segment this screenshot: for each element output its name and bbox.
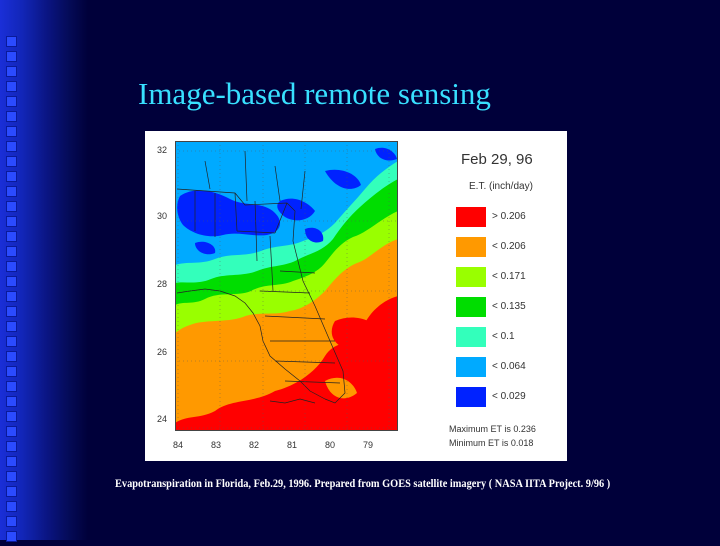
x-tick-label: 80 (325, 440, 336, 450)
decorative-square (6, 441, 17, 452)
legend-label: < 0.135 (492, 301, 526, 312)
decorative-square (6, 321, 17, 332)
map-date-label: Feb 29, 96 (461, 151, 533, 168)
y-tick-label: 32 (157, 145, 168, 155)
x-tick-label: 81 (287, 440, 298, 450)
decorative-square (6, 426, 17, 437)
x-tick-label: 82 (249, 440, 260, 450)
legend-label: < 0.064 (492, 361, 526, 372)
decorative-square (6, 336, 17, 347)
legend-label: < 0.206 (492, 241, 526, 252)
decorative-square (6, 411, 17, 422)
min-et-note: Minimum ET is 0.018 (449, 438, 534, 448)
legend-swatch (456, 327, 486, 347)
decorative-squares (6, 36, 22, 546)
y-tick-label: 24 (157, 414, 168, 424)
decorative-square (6, 291, 17, 302)
decorative-square (6, 186, 17, 197)
decorative-square (6, 396, 17, 407)
legend-item: < 0.064 (456, 357, 556, 377)
decorative-square (6, 456, 17, 467)
y-tick-label: 30 (157, 211, 168, 221)
decorative-square (6, 81, 17, 92)
decorative-square (6, 501, 17, 512)
x-tick-label: 79 (363, 440, 374, 450)
decorative-square (6, 246, 17, 257)
legend-swatch (456, 357, 486, 377)
decorative-square (6, 471, 17, 482)
decorative-square (6, 366, 17, 377)
decorative-square (6, 156, 17, 167)
decorative-square (6, 231, 17, 242)
legend-swatch (456, 387, 486, 407)
y-tick-label: 26 (157, 347, 168, 357)
legend-label: > 0.206 (492, 211, 526, 222)
max-et-note: Maximum ET is 0.236 (449, 424, 536, 434)
decorative-square (6, 216, 17, 227)
decorative-square (6, 351, 17, 362)
decorative-square (6, 111, 17, 122)
decorative-square (6, 126, 17, 137)
decorative-square (6, 201, 17, 212)
decorative-square (6, 66, 17, 77)
decorative-square (6, 141, 17, 152)
legend-swatch (456, 297, 486, 317)
decorative-square (6, 381, 17, 392)
legend-label: < 0.171 (492, 271, 526, 282)
legend-swatch (456, 267, 486, 287)
legend-units-label: E.T. (inch/day) (469, 181, 533, 192)
decorative-square (6, 261, 17, 272)
legend-swatch (456, 207, 486, 227)
legend-label: < 0.1 (492, 331, 515, 342)
legend-label: < 0.029 (492, 391, 526, 402)
decorative-square (6, 306, 17, 317)
decorative-square (6, 531, 17, 542)
legend-item: > 0.206 (456, 207, 556, 227)
legend-item: < 0.135 (456, 297, 556, 317)
legend-item: < 0.206 (456, 237, 556, 257)
x-tick-label: 84 (173, 440, 184, 450)
legend-item: < 0.1 (456, 327, 556, 347)
decorative-square (6, 171, 17, 182)
legend-swatch (456, 237, 486, 257)
legend-item: < 0.171 (456, 267, 556, 287)
et-map-figure: 32 30 28 26 24 84 83 82 81 80 79 Feb 29,… (145, 131, 567, 461)
legend-item: < 0.029 (456, 387, 556, 407)
x-tick-label: 83 (211, 440, 222, 450)
decorative-square (6, 516, 17, 527)
map-frame (175, 141, 398, 431)
y-tick-label: 28 (157, 279, 168, 289)
decorative-square (6, 276, 17, 287)
decorative-square (6, 96, 17, 107)
slide-caption: Evapotranspiration in Florida, Feb.29, 1… (115, 478, 611, 490)
decorative-square (6, 36, 17, 47)
decorative-square (6, 486, 17, 497)
decorative-square (6, 51, 17, 62)
slide-title: Image-based remote sensing (138, 76, 491, 111)
